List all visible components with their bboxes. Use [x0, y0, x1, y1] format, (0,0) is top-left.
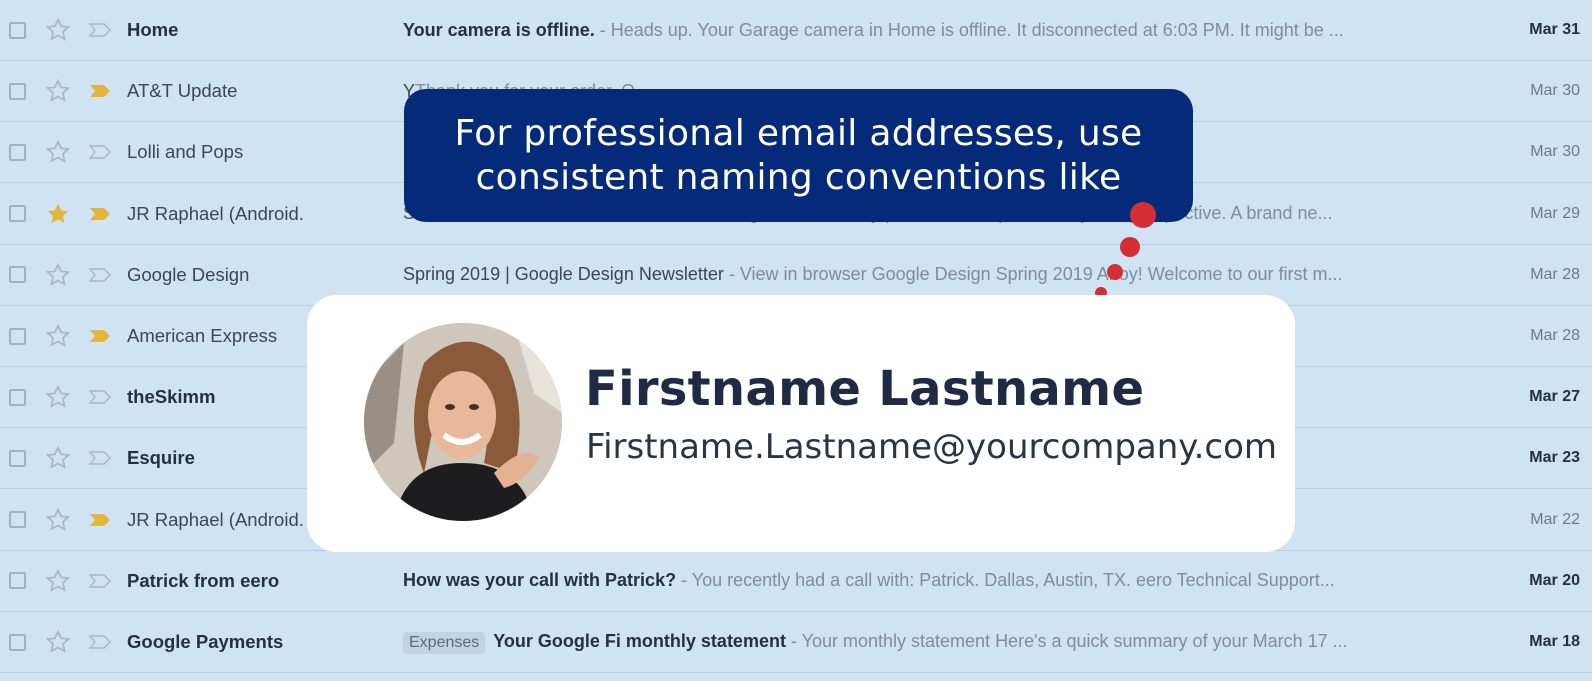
email-subject: Your camera is offline.: [403, 19, 595, 40]
star-icon[interactable]: [45, 139, 71, 165]
email-subject: Your Google Fi monthly statement: [493, 630, 786, 651]
select-checkbox[interactable]: [9, 82, 26, 100]
email-preview: How was your call with Patrick? - You re…: [403, 570, 1448, 591]
importance-marker-icon[interactable]: [88, 22, 112, 38]
email-sender: Lolli and Pops: [127, 141, 244, 163]
email-sender: Home: [127, 19, 179, 40]
importance-marker-icon[interactable]: [88, 206, 112, 222]
star-icon[interactable]: [45, 201, 71, 227]
email-sender: Patrick from eero: [127, 569, 280, 591]
star-icon[interactable]: [45, 568, 71, 594]
email-preview: Your camera is offline. - Heads up. Your…: [403, 20, 1448, 41]
importance-marker-icon[interactable]: [88, 634, 112, 650]
email-sender: Google Design: [127, 263, 250, 285]
importance-marker-icon[interactable]: [88, 512, 112, 528]
star-icon[interactable]: [45, 262, 71, 288]
star-icon[interactable]: [45, 323, 71, 349]
email-date: Mar 30: [1530, 82, 1580, 100]
speech-dot: [1107, 264, 1123, 280]
email-date: Mar 23: [1529, 449, 1580, 467]
email-row[interactable]: Patrick from eero How was your call with …: [0, 551, 1592, 612]
select-checkbox[interactable]: [9, 205, 26, 223]
email-sender: Google Payments: [127, 631, 284, 652]
star-icon[interactable]: [45, 507, 71, 533]
email-sender: JR Raphael (Android.: [127, 202, 304, 224]
email-snippet: - View in browser Google Design Spring 2…: [723, 264, 1343, 285]
email-signature-card: Firstname Lastname Firstname.Lastname@yo…: [307, 295, 1295, 552]
email-date: Mar 20: [1529, 571, 1580, 589]
star-icon[interactable]: [45, 17, 71, 43]
importance-marker-icon[interactable]: [88, 267, 112, 283]
email-preview: Expenses Your Google Fi monthly statement…: [403, 631, 1448, 654]
importance-marker-icon[interactable]: [88, 83, 112, 99]
email-preview: Spring 2019 | Google Design Newsletter -…: [403, 264, 1448, 285]
select-checkbox[interactable]: [9, 449, 26, 467]
star-icon[interactable]: [45, 78, 71, 104]
avatar-photo: [364, 323, 562, 521]
star-icon[interactable]: [45, 445, 71, 471]
email-subject: Spring 2019 | Google Design Newsletter: [403, 264, 724, 285]
email-row[interactable]: Google Payments Expenses Your Google Fi mo…: [0, 612, 1592, 673]
speech-dot: [1130, 202, 1156, 228]
importance-marker-icon[interactable]: [88, 573, 112, 589]
avatar: [364, 323, 562, 521]
importance-marker-icon[interactable]: [88, 450, 112, 466]
tip-line-1: For professional email addresses, use: [454, 112, 1143, 154]
contact-email: Firstname.Lastname@yourcompany.com: [586, 427, 1278, 467]
email-date: Mar 28: [1530, 265, 1580, 283]
select-checkbox[interactable]: [9, 266, 26, 284]
email-subject: How was your call with Patrick?: [403, 570, 677, 591]
contact-name: Firstname Lastname: [585, 361, 1145, 417]
email-date: Mar 31: [1529, 21, 1580, 38]
star-icon[interactable]: [45, 384, 71, 410]
select-checkbox[interactable]: [9, 143, 26, 161]
email-date: Mar 18: [1529, 633, 1580, 650]
select-checkbox[interactable]: [9, 21, 26, 39]
email-sender: AT&T Update: [127, 80, 238, 102]
email-date: Mar 30: [1530, 143, 1580, 161]
email-date: Mar 28: [1530, 327, 1580, 344]
speech-dot: [1120, 237, 1140, 257]
select-checkbox[interactable]: [9, 327, 26, 345]
label-badge[interactable]: Expenses: [403, 631, 486, 654]
select-checkbox[interactable]: [9, 572, 26, 590]
email-date: Mar 22: [1530, 510, 1580, 528]
select-checkbox[interactable]: [9, 511, 26, 529]
select-checkbox[interactable]: [9, 633, 26, 651]
importance-marker-icon[interactable]: [88, 144, 112, 160]
email-row[interactable]: Home Your camera is offline. - Heads up. …: [0, 0, 1592, 61]
email-snippet: - You recently had a call with: Patrick.…: [676, 570, 1335, 591]
importance-marker-icon[interactable]: [88, 389, 112, 405]
select-checkbox[interactable]: [9, 388, 26, 406]
email-snippet: - Heads up. Your Garage camera in Home i…: [594, 19, 1344, 40]
tip-banner: For professional email addresses, use co…: [404, 89, 1193, 222]
email-date: Mar 29: [1530, 204, 1580, 222]
email-snippet: - Your monthly statement Here's a quick …: [785, 630, 1348, 651]
tip-line-2: consistent naming conventions like: [475, 156, 1122, 198]
star-icon[interactable]: [45, 629, 71, 655]
email-date: Mar 27: [1529, 388, 1580, 406]
importance-marker-icon[interactable]: [88, 328, 112, 344]
